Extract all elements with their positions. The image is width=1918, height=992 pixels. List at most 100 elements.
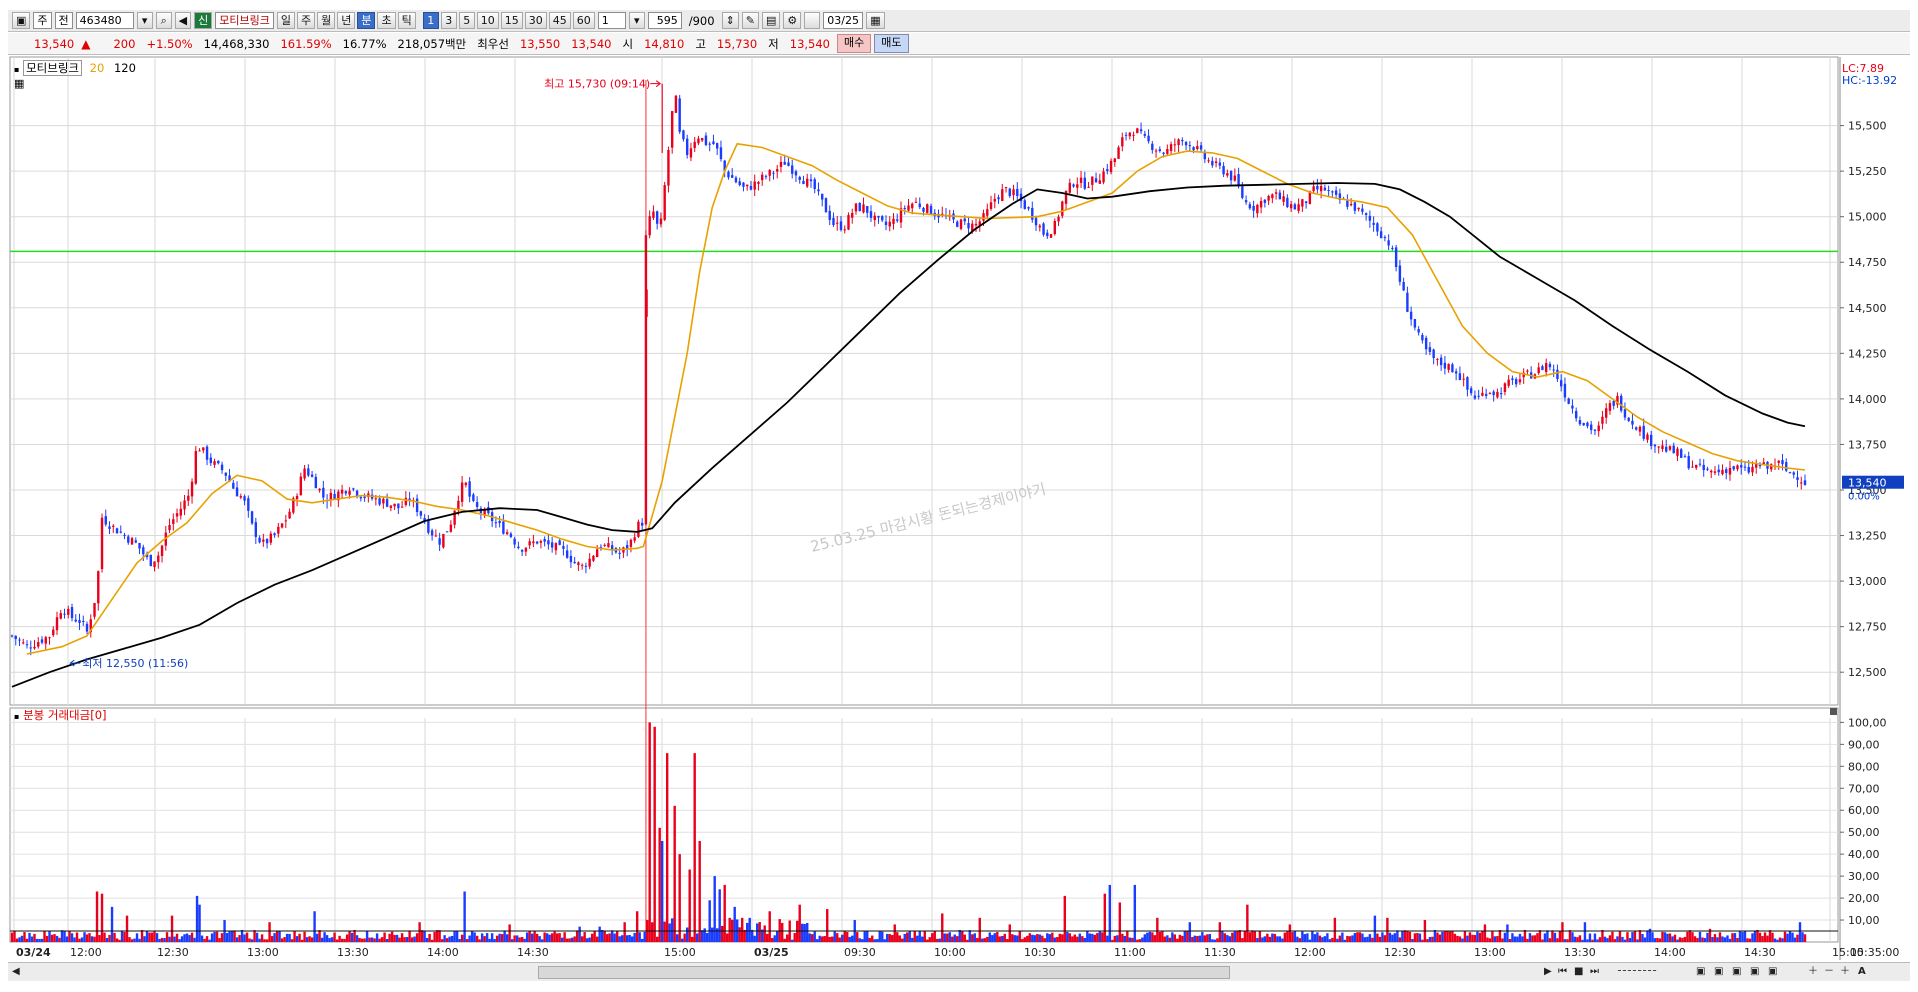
candle-body [828, 210, 831, 220]
volume-bar [763, 925, 766, 942]
layout-c-icon[interactable]: ▣ [1732, 964, 1741, 979]
candle-body [986, 209, 989, 216]
volume-bar [133, 938, 136, 942]
candle-body [659, 218, 663, 225]
volume-y-tick-label: 40,00 [1848, 848, 1880, 861]
horizontal-scrollbar[interactable]: ◀ ▶ ⏮ ■ ⏭ ╴╴╴╴╴╴╴╴ ▣ ▣ ▣ ▣ ▣ ＋ － ＋ A [8, 962, 1910, 981]
scroll-right-icon[interactable]: ▶ [1544, 964, 1552, 979]
volume-bar [896, 932, 899, 942]
volume-bar [793, 933, 796, 942]
candle-body [1406, 292, 1409, 312]
candle-body [727, 171, 730, 178]
volume-bar [1386, 917, 1389, 942]
volume-bar [430, 939, 434, 942]
volume-bar [1561, 922, 1564, 942]
volume-bar [360, 938, 364, 942]
candle-body [318, 488, 321, 491]
volume-bar [298, 933, 301, 942]
layout-e-icon[interactable]: ▣ [1768, 964, 1777, 979]
volume-bar [1703, 938, 1707, 942]
last-page-icon[interactable]: ⏭ [1590, 964, 1599, 979]
volume-bar [118, 939, 121, 942]
candle-body [1751, 466, 1754, 473]
volume-bar [198, 904, 201, 942]
candle-body [528, 541, 531, 546]
volume-bar [1411, 938, 1414, 942]
volume-bar [1418, 933, 1422, 942]
table-toggle-icon[interactable]: ▦ [14, 77, 24, 90]
candle-body [1286, 197, 1289, 208]
first-page-icon[interactable]: ⏮ [1558, 964, 1567, 979]
candle-body [284, 520, 288, 522]
candle-body [802, 180, 805, 185]
volume-bar [851, 935, 854, 942]
volume-bar [1101, 932, 1104, 942]
font-size-icon[interactable]: A [1858, 964, 1866, 979]
scroll-thumb[interactable] [538, 966, 1230, 979]
volume-bar [1008, 924, 1011, 942]
volume-bar [1246, 904, 1249, 942]
candle-body [1368, 215, 1372, 221]
volume-bar [1338, 935, 1342, 942]
candle-body [134, 540, 137, 543]
candle-body [956, 221, 959, 227]
candle-body [1304, 201, 1308, 203]
volume-bar [245, 932, 249, 942]
volume-bar [956, 936, 959, 942]
volume-bar [263, 939, 266, 942]
low-annotation: 최저 12,550 (11:56) [82, 657, 188, 670]
candle-body [322, 487, 325, 498]
volume-bar [873, 939, 876, 942]
volume-bar [1378, 936, 1382, 942]
layout-a-icon[interactable]: ▣ [1696, 964, 1705, 979]
candle-body [44, 637, 47, 644]
volume-bar [1018, 931, 1021, 942]
zoom-in-icon[interactable]: ＋ [1808, 964, 1818, 979]
volume-bar [363, 938, 366, 942]
layout-d-icon[interactable]: ▣ [1750, 964, 1759, 979]
candle-body [719, 147, 723, 160]
volume-bar [350, 932, 354, 942]
volume-bar [1271, 933, 1274, 942]
volume-bar [1688, 930, 1692, 942]
candle-body [273, 533, 276, 535]
volume-bar [365, 930, 369, 942]
candle-body [1725, 469, 1728, 473]
volume-bar [1721, 936, 1724, 942]
candle-body [543, 538, 546, 542]
volume-bar [811, 934, 814, 942]
layout-b-icon[interactable]: ▣ [1714, 964, 1723, 979]
stop-icon[interactable]: ■ [1574, 964, 1583, 979]
zoom-plus-icon[interactable]: ＋ [1840, 964, 1850, 979]
zoom-slider-icon[interactable]: ╴╴╴╴╴╴╴╴ [1618, 964, 1659, 979]
volume-bar [405, 937, 409, 942]
volume-bar [1143, 934, 1147, 942]
volume-bar [1441, 931, 1444, 942]
candle-body [832, 217, 835, 226]
volume-bar [1786, 933, 1789, 942]
zoom-out-icon[interactable]: － [1824, 964, 1834, 979]
candle-body [243, 496, 246, 501]
volume-bar [1736, 937, 1739, 942]
candle-body [1162, 152, 1165, 154]
candle-body [288, 511, 291, 519]
candle-body [1117, 147, 1120, 159]
volume-bar [63, 931, 66, 942]
volume-bar [1761, 936, 1764, 942]
volume-bar [355, 935, 359, 942]
stock-chart[interactable]: 03/24 12:00 12:30 13:00 13:30 14:00 14:30 15:00… [0, 0, 1918, 962]
volume-bar [1261, 937, 1264, 942]
volume-bar [375, 933, 379, 942]
volume-bar [103, 932, 106, 942]
scroll-left-icon[interactable]: ◀ [12, 964, 20, 979]
volume-bar [836, 933, 839, 942]
volume-bar [268, 922, 271, 942]
candle-body [1439, 357, 1443, 366]
volume-bar [588, 937, 591, 942]
x-tick-label: 11:30 [1204, 946, 1236, 959]
volume-bar [1103, 893, 1107, 942]
volume-bar [911, 937, 914, 942]
volume-legend: ▪ 분봉 거래대금[0] [14, 707, 107, 723]
candle-body [1665, 446, 1668, 452]
volume-bar [903, 933, 906, 942]
